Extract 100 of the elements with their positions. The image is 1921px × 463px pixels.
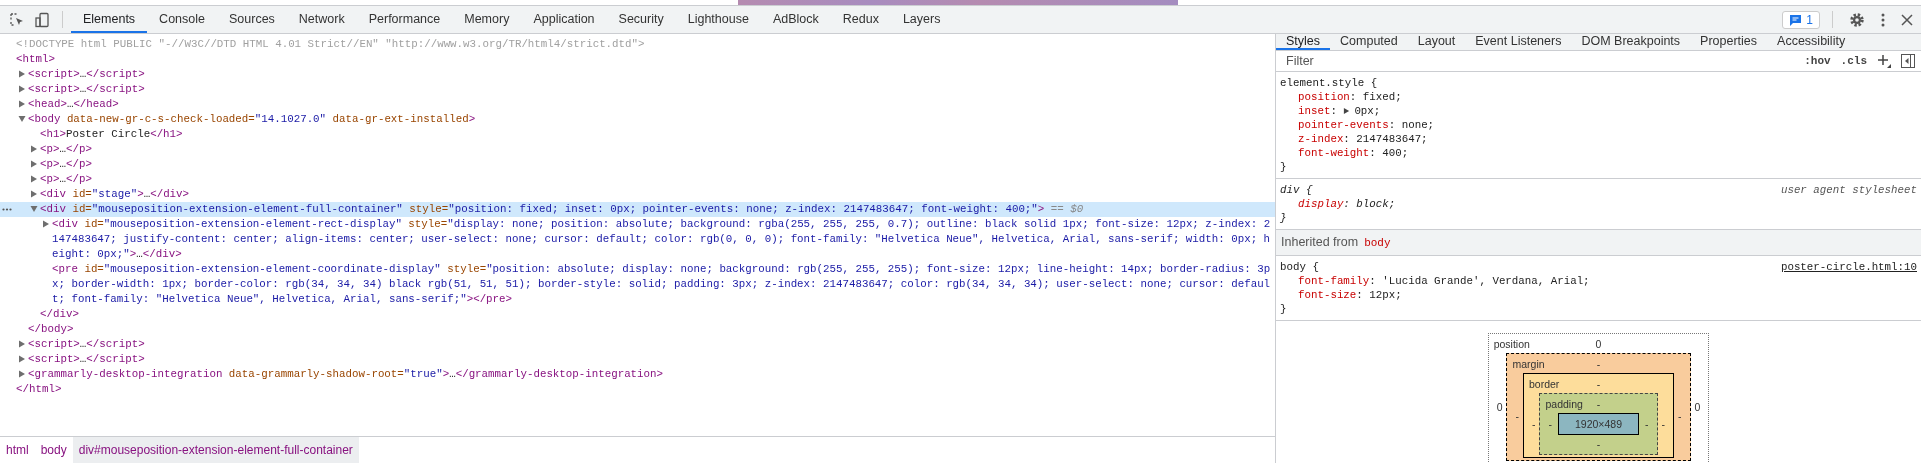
css-property-value: 'Lucida Grande', Verdana, Arial; xyxy=(1382,274,1590,288)
dom-node-text[interactable]: <script>…</script> xyxy=(28,67,1271,82)
inherited-label: Inherited from xyxy=(1281,235,1359,249)
panel-tab[interactable]: Elements xyxy=(71,6,148,33)
css-property-name: display: xyxy=(1298,197,1351,211)
dom-node-text[interactable]: <script>…</script> xyxy=(28,352,1271,367)
issues-badge[interactable]: 1 xyxy=(1782,10,1820,29)
disclosure-triangle-icon[interactable] xyxy=(18,370,26,378)
box-value: - xyxy=(1677,408,1683,423)
css-property-value: none; xyxy=(1401,118,1435,132)
device-icon[interactable] xyxy=(34,11,50,28)
disclosure-triangle-icon[interactable] xyxy=(30,205,38,213)
dom-node-text[interactable]: <script>…</script> xyxy=(28,82,1271,97)
panel-tab[interactable]: Console xyxy=(147,6,217,33)
css-rule-brace: } xyxy=(1280,302,1288,316)
settings-icon[interactable] xyxy=(1849,11,1865,28)
panel-tab[interactable]: AdBlock xyxy=(760,6,831,33)
sidebar-tab[interactable]: Event Listeners xyxy=(1465,34,1572,50)
dom-node-text[interactable]: <p>…</p> xyxy=(40,157,1271,172)
sidebar-tab[interactable]: DOM Breakpoints xyxy=(1571,34,1691,50)
issues-count: 1 xyxy=(1806,12,1813,27)
box-value: - xyxy=(1596,397,1601,412)
expand-triangle-icon[interactable] xyxy=(1343,107,1351,115)
close-icon[interactable] xyxy=(1901,13,1913,26)
disclosure-triangle-icon[interactable] xyxy=(30,145,38,153)
panel-tab[interactable]: Security xyxy=(606,6,676,33)
disclosure-triangle-icon[interactable] xyxy=(42,220,50,228)
css-property-value: block; xyxy=(1356,197,1396,211)
dom-node-text[interactable]: <h1>Poster Circle</h1> xyxy=(40,127,1271,142)
css-property-name: font-family: xyxy=(1298,274,1377,288)
css-property-name: position: xyxy=(1298,90,1358,104)
border-label: border xyxy=(1529,377,1560,391)
css-property-value: 2147483647; xyxy=(1356,132,1428,146)
sidebar-tab[interactable]: Computed xyxy=(1330,34,1408,50)
chat-bubble-icon xyxy=(1789,13,1803,26)
disclosure-triangle-icon[interactable] xyxy=(30,175,38,183)
css-property-name: z-index: xyxy=(1298,132,1351,146)
css-property-value: 400; xyxy=(1382,146,1409,160)
dom-node-text[interactable]: <div id="mouseposition-extension-element-rect-display" style="display: none; position: absolute; background: rgba(255, 255, 255, 0.7); outline: black solid 1px; font-size: 12px; z-index: 2147483647; justify-content: center; align-items: center; user-select: none; cursor: default; color: rgb(0, 0, 0); font-family: "Helvetica Neue", Helvetica, Arial, sans-serif; width: 0px; height: 0px;">…</div> xyxy=(52,217,1271,262)
breadcrumb[interactable]: body xyxy=(34,437,73,463)
sidebar-tab[interactable]: Layout xyxy=(1407,34,1466,50)
panel-tab[interactable]: Application xyxy=(521,6,607,33)
content-size-box: 1920×489 xyxy=(1558,413,1639,435)
panel-tab[interactable]: Memory xyxy=(452,6,522,33)
breadcrumb[interactable]: div#mouseposition-extension-element-full-container xyxy=(72,437,359,463)
inspect-icon[interactable] xyxy=(9,11,25,28)
dom-node-text[interactable]: <script>…</script> xyxy=(28,337,1271,352)
sidebar-tab[interactable]: Properties xyxy=(1690,34,1768,50)
dots-icon[interactable] xyxy=(2,208,12,211)
box-value: 0 xyxy=(1595,337,1602,352)
disclosure-triangle-icon[interactable] xyxy=(30,160,38,168)
css-property-value: 12px; xyxy=(1369,288,1402,302)
dom-node-text[interactable]: <p>…</p> xyxy=(40,172,1271,187)
hov-toggle[interactable]: :hov xyxy=(1804,55,1831,67)
position-label: position xyxy=(1493,337,1530,351)
dom-node-text[interactable]: <head>…</head> xyxy=(28,97,1271,112)
css-property-name: font-size: xyxy=(1298,288,1364,302)
css-property-name: font-weight: xyxy=(1298,146,1377,160)
dom-node-text[interactable]: <html> xyxy=(16,52,1271,67)
panel-tab[interactable]: Network xyxy=(286,6,357,33)
panel-tab[interactable]: Redux xyxy=(830,6,891,33)
disclosure-triangle-icon[interactable] xyxy=(18,70,26,78)
sidebar-tab[interactable]: Accessibility xyxy=(1767,34,1856,50)
box-value: - xyxy=(1547,417,1553,431)
box-value: - xyxy=(1644,417,1650,431)
dom-node-text[interactable]: <pre id="mouseposition-extension-element-coordinate-display" style="position: absolute; display: none; background: rgb(255, 255, 255); font-size: 12px; line-height: 14px; border-radius: 3px; border-width: 1px; border-color: rgb(34, 34, 34) black rgb(51, 51, 51); border-style: solid; padding: 3px; z-index: 2147483647; color: rgb(34, 34, 34); user-select: none; cursor: default; font-family: "Helvetica Neue", Helvetica, Arial, sans-serif;"></pre> xyxy=(52,262,1271,307)
panel-tab[interactable]: Layers xyxy=(890,6,953,33)
sidebar-toggle-icon[interactable] xyxy=(1901,54,1915,68)
more-options-icon[interactable] xyxy=(1881,12,1885,27)
inherited-element-link[interactable]: body xyxy=(1364,236,1391,250)
css-property-value: 0px; xyxy=(1354,104,1381,118)
dom-node-text[interactable]: <body data-new-gr-c-s-check-loaded="14.1027.0" data-gr-ext-installed> xyxy=(28,112,1271,127)
dom-node-text[interactable]: <div id="stage">…</div> xyxy=(40,187,1271,202)
css-selector: element.style { xyxy=(1280,76,1378,90)
disclosure-triangle-icon[interactable] xyxy=(18,340,26,348)
box-value: - xyxy=(1660,417,1666,431)
dom-node-text[interactable]: <grammarly-desktop-integration data-grammarly-shadow-root="true">…</grammarly-desktop-integration> xyxy=(28,367,1271,382)
css-property-name: pointer-events: xyxy=(1298,118,1397,132)
box-value: - xyxy=(1514,408,1520,423)
css-property-name: inset: xyxy=(1298,104,1338,118)
new-rule-plus-icon[interactable] xyxy=(1877,54,1891,68)
disclosure-triangle-icon[interactable] xyxy=(18,100,26,108)
margin-label: margin xyxy=(1512,357,1545,371)
panel-tab[interactable]: Performance xyxy=(356,6,453,33)
box-value: 0 xyxy=(1693,400,1702,414)
cls-toggle[interactable]: .cls xyxy=(1840,55,1867,67)
dom-node-text[interactable]: </html> xyxy=(16,382,1271,397)
dom-node-text[interactable]: </body> xyxy=(28,322,1271,337)
breadcrumb[interactable]: html xyxy=(0,437,35,463)
disclosure-triangle-icon[interactable] xyxy=(30,190,38,198)
disclosure-triangle-icon[interactable] xyxy=(18,115,26,123)
disclosure-triangle-icon[interactable] xyxy=(18,85,26,93)
box-value: - xyxy=(1596,437,1601,452)
dom-node-text[interactable]: <p>…</p> xyxy=(40,142,1271,157)
disclosure-triangle-icon[interactable] xyxy=(18,355,26,363)
panel-tab[interactable]: Sources xyxy=(217,6,287,33)
source-link[interactable]: poster-circle.html:10 xyxy=(1780,260,1917,274)
dom-node-text[interactable]: </div> xyxy=(40,307,1271,322)
panel-tab[interactable]: Lighthouse xyxy=(675,6,761,33)
box-value: - xyxy=(1596,377,1601,392)
